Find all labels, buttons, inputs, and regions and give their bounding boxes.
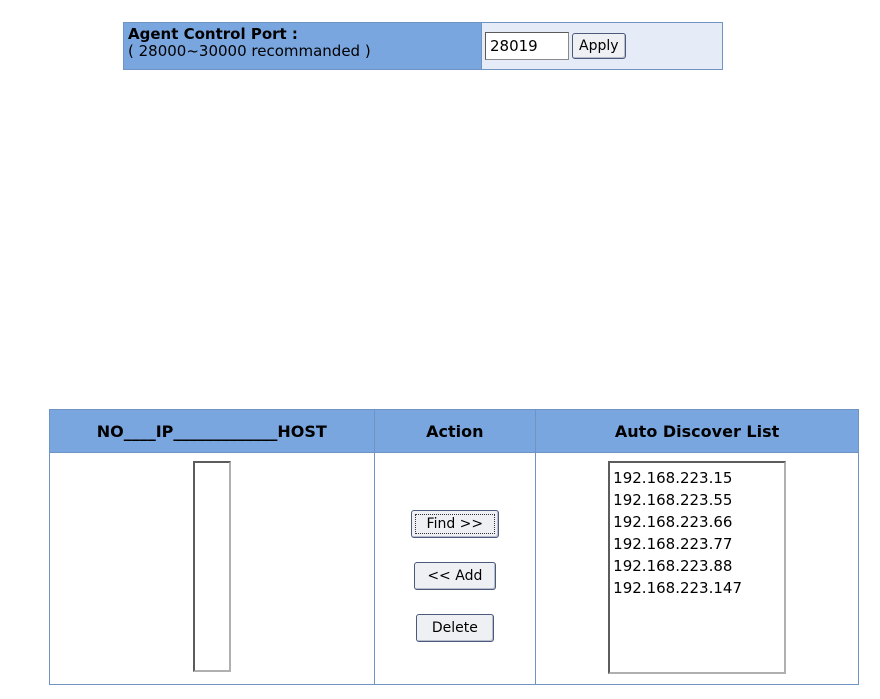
auto-discover-item[interactable]: 192.168.223.88 [613,555,781,577]
action-cell: Find >> << Add Delete [373,452,537,685]
agent-control-port-input[interactable] [485,32,569,60]
agent-control-port-value-cell: Apply [482,23,722,69]
auto-discover-listbox[interactable]: 192.168.223.15 192.168.223.55 192.168.22… [608,461,787,674]
auto-discover-header: Auto Discover List [535,409,859,453]
find-button[interactable]: Find >> [410,510,499,538]
discovery-table: NO____IP_____________HOST Action Auto Di… [49,409,859,685]
agent-control-port-title: Agent Control Port : [128,25,298,43]
agent-control-port-row: Agent Control Port : ( 28000~30000 recom… [123,22,723,70]
agent-control-port-hint: ( 28000~30000 recommanded ) [128,42,371,60]
auto-discover-item[interactable]: 192.168.223.55 [613,489,781,511]
agent-control-port-label-cell: Agent Control Port : ( 28000~30000 recom… [124,23,482,69]
auto-discover-item[interactable]: 192.168.223.147 [613,577,781,599]
host-list-header: NO____IP_____________HOST [49,409,375,453]
host-list-cell [49,452,375,685]
auto-discover-cell: 192.168.223.15 192.168.223.55 192.168.22… [535,452,859,685]
host-listbox[interactable] [193,461,231,672]
apply-button[interactable]: Apply [572,33,626,59]
action-header: Action [373,409,537,453]
delete-button[interactable]: Delete [415,614,494,642]
auto-discover-item[interactable]: 192.168.223.66 [613,511,781,533]
auto-discover-item[interactable]: 192.168.223.15 [613,467,781,489]
auto-discover-item[interactable]: 192.168.223.77 [613,533,781,555]
add-button[interactable]: << Add [413,562,496,590]
